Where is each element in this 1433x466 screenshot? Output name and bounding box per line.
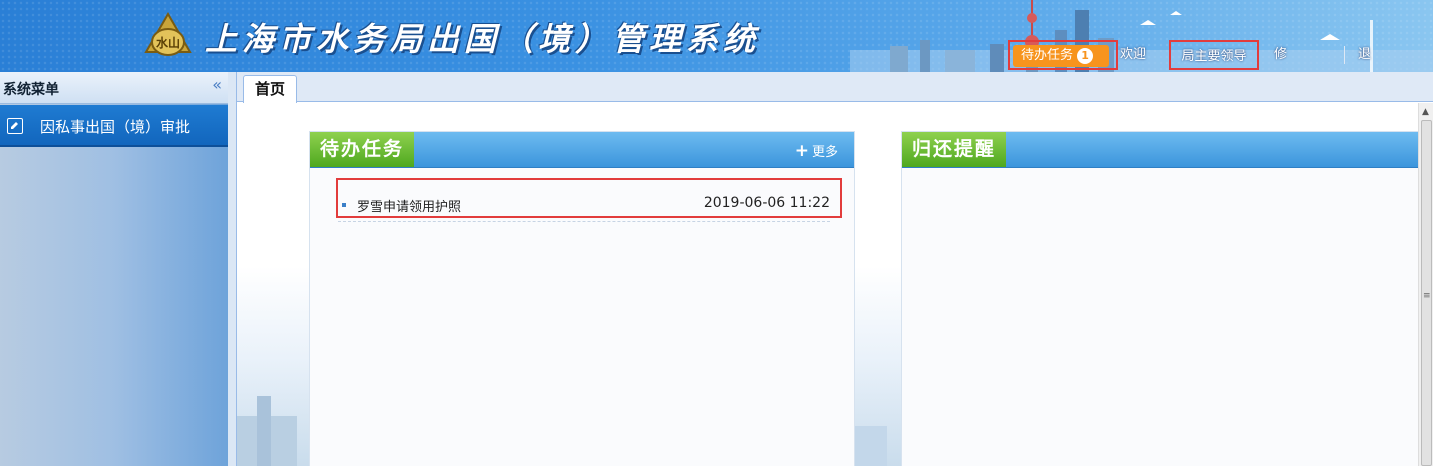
todo-panel-header: 待办任务 + 更多 <box>310 132 854 168</box>
current-user-link[interactable]: 局主要领导 <box>1169 40 1259 70</box>
todo-pill[interactable]: 待办任务 1 <box>1013 45 1109 67</box>
todo-panel-title: 待办任务 <box>310 132 415 167</box>
return-panel-header: 归还提醒 <box>902 132 1418 168</box>
plus-icon: + <box>794 141 809 161</box>
tab-bar: 首页 <box>237 72 1433 103</box>
todo-tasks-label: 待办任务 <box>1021 48 1074 63</box>
return-panel-title: 归还提醒 <box>902 132 1007 167</box>
splitter[interactable] <box>228 72 236 466</box>
scroll-up-icon[interactable]: ▲ <box>1422 107 1429 117</box>
task-name[interactable]: 罗雪申请领用护照 <box>357 196 461 215</box>
change-password-link[interactable]: 修改密码 <box>1274 40 1287 70</box>
more-link[interactable]: + 更多 <box>794 141 838 161</box>
tab-home[interactable]: 首页 <box>243 75 297 103</box>
task-time: 2019-06-06 11:22 <box>703 195 830 211</box>
sidebar-title: 系统菜单 <box>3 82 59 98</box>
logo-glyph: 水山 <box>156 35 180 50</box>
sidebar-item-private-travel-approval[interactable]: 因私事出国（境）审批 <box>0 105 228 147</box>
edit-icon <box>7 118 23 134</box>
nav-divider <box>1344 46 1345 64</box>
sidebar: 系统菜单 « 因私事出国（境）审批 <box>0 72 228 466</box>
scrollbar-thumb[interactable]: ≡ <box>1421 120 1432 466</box>
grip-icon: ≡ <box>1423 291 1431 301</box>
app-header: 水山 上海市水务局出国（境）管理系统 待办任务1 欢迎您： 局主要领导 修改密码… <box>0 0 1433 72</box>
return-reminder-panel: 归还提醒 <box>901 131 1418 466</box>
main-area: 首页 待办任务 + 更多 罗雪申请领用护照 2019-06-06 11:22 归还… <box>236 72 1433 466</box>
welcome-text: 欢迎您： <box>1120 47 1147 62</box>
bullet-icon <box>342 203 346 207</box>
collapse-sidebar-icon[interactable]: « <box>212 75 222 94</box>
sidebar-header: 系统菜单 « <box>0 72 228 104</box>
todo-panel: 待办任务 + 更多 罗雪申请领用护照 2019-06-06 11:22 <box>309 131 855 466</box>
todo-count-badge: 1 <box>1077 48 1094 64</box>
more-label: 更多 <box>811 145 838 160</box>
app-title: 上海市水务局出国（境）管理系统 <box>205 20 761 58</box>
bureau-logo: 水山 <box>144 12 192 56</box>
todo-tasks-button[interactable]: 待办任务 1 <box>1008 40 1118 70</box>
vertical-scrollbar[interactable]: ▲ ≡ <box>1418 103 1433 466</box>
task-divider <box>338 221 830 222</box>
home-content: 待办任务 + 更多 罗雪申请领用护照 2019-06-06 11:22 归还提醒 <box>237 103 1418 466</box>
logout-link[interactable]: 退出系统 <box>1358 40 1371 70</box>
task-row[interactable]: 罗雪申请领用护照 2019-06-06 11:22 <box>336 178 842 218</box>
sidebar-item-label: 因私事出国（境）审批 <box>40 118 191 136</box>
